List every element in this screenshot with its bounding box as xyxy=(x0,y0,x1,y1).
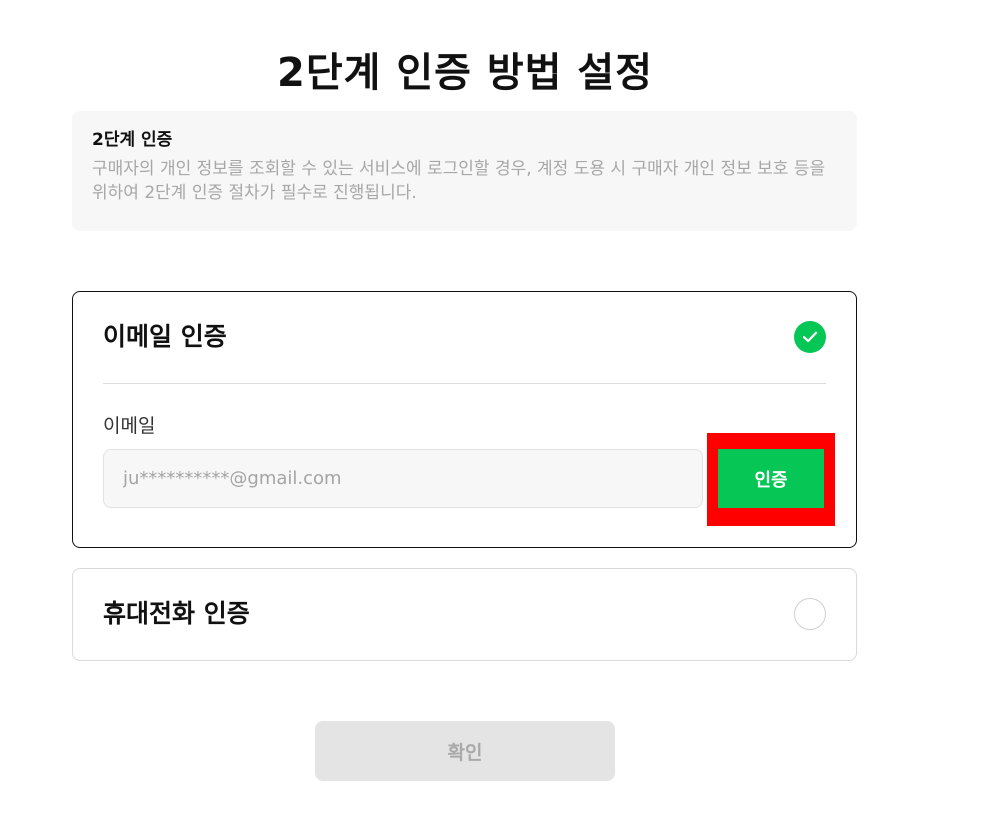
email-verification-option[interactable]: 이메일 인증 이메일 인증 xyxy=(72,291,857,548)
page-title: 2단계 인증 방법 설정 xyxy=(276,50,653,96)
email-option-header[interactable]: 이메일 인증 xyxy=(103,321,826,353)
two-factor-info-panel: 2단계 인증 구매자의 개인 정보를 조회할 수 있는 서비스에 로그인할 경우… xyxy=(72,111,857,231)
check-icon xyxy=(802,331,818,343)
empty-circle-icon[interactable] xyxy=(794,598,826,630)
phone-verification-option[interactable]: 휴대전화 인증 xyxy=(72,568,857,661)
email-option-divider xyxy=(103,383,826,384)
phone-option-header[interactable]: 휴대전화 인증 xyxy=(103,598,826,630)
info-description: 구매자의 개인 정보를 조회할 수 있는 서비스에 로그인할 경우, 계정 도용… xyxy=(92,159,826,203)
info-title: 2단계 인증 xyxy=(92,130,173,150)
confirm-button[interactable]: 확인 xyxy=(315,721,615,781)
phone-option-title: 휴대전화 인증 xyxy=(103,599,250,628)
email-option-title: 이메일 인증 xyxy=(103,322,227,351)
email-field[interactable] xyxy=(103,449,703,508)
verify-email-button[interactable]: 인증 xyxy=(718,449,824,508)
two-factor-settings-page: 2단계 인증 방법 설정 2단계 인증 구매자의 개인 정보를 조회할 수 있는… xyxy=(0,0,986,828)
email-field-label: 이메일 xyxy=(103,415,156,437)
check-circle-icon[interactable] xyxy=(794,321,826,353)
